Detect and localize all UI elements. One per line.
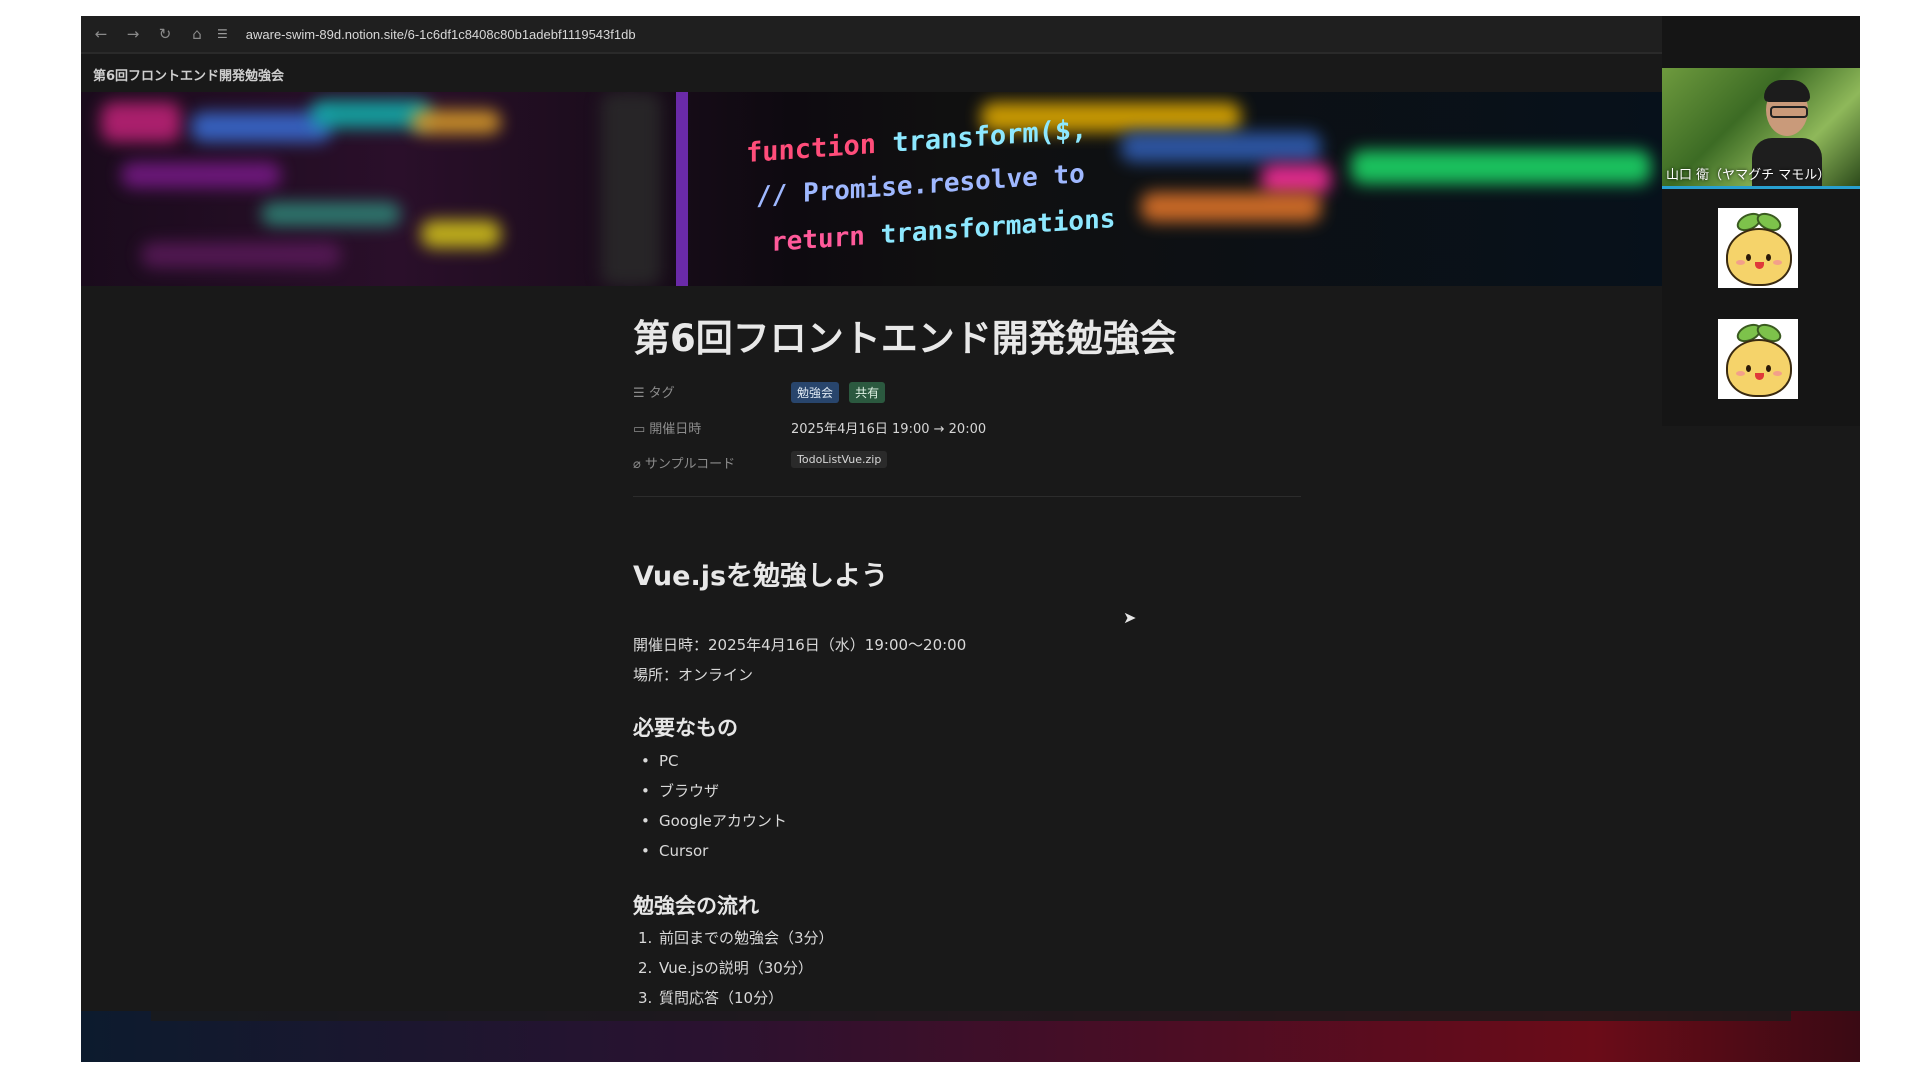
notion-topbar: 第6回フロントエンド開発勉強会 — [81, 54, 1662, 92]
back-arrow-icon[interactable]: ← — [89, 22, 113, 46]
list-item: 1. 前回までの勉強会（3分） — [638, 929, 834, 947]
tag-badge-study[interactable]: 勉強会 — [791, 382, 840, 403]
sprout-avatar-icon — [1726, 339, 1792, 397]
browser-toolbar: ← → ↻ ⌂ ☰ aware-swim-89d.notion.site/6-1… — [81, 16, 1662, 54]
tag-badge-share[interactable]: 共有 — [849, 382, 886, 403]
breadcrumb[interactable]: 第6回フロントエンド開発勉強会 — [93, 65, 284, 84]
sprout-avatar-icon — [1726, 228, 1792, 286]
mouse-cursor-icon: ➤ — [1123, 608, 1137, 627]
section-heading: Vue.jsを勉強しよう — [633, 561, 889, 592]
participant-avatar[interactable] — [1718, 319, 1798, 399]
video-call-panel: 山口 衛（ヤマグチ マモル） — [1662, 16, 1860, 426]
participant-video-tile[interactable]: 山口 衛（ヤマグチ マモル） — [1662, 68, 1860, 189]
bullet-icon: • — [641, 812, 650, 830]
cover-accent-bar — [676, 92, 688, 286]
page-title[interactable]: 第6回フロントエンド開発勉強会 — [633, 308, 1177, 362]
bullet-icon: • — [641, 842, 650, 860]
screen-share: ← → ↻ ⌂ ☰ aware-swim-89d.notion.site/6-1… — [81, 16, 1860, 1062]
flow-heading: 勉強会の流れ — [633, 894, 759, 918]
cover-code-line-2: // Promise.resolve to — [756, 159, 1085, 212]
list-item: • ブラウザ — [633, 776, 787, 806]
flow-list: 1. 前回までの勉強会（3分） 2. Vue.jsの説明（30分） 3. 質問応答（1… — [633, 923, 834, 1013]
file-attachment[interactable]: TodoListVue.zip — [791, 451, 888, 468]
list-item: • Googleアカウント — [633, 806, 787, 836]
site-settings-icon[interactable]: ☰ — [217, 27, 228, 41]
cover-code-line-1: function transform($, — [746, 114, 1088, 169]
tag-list: 勉強会 共有 — [791, 382, 891, 403]
property-label-code: サンプルコード — [644, 457, 736, 472]
address-bar[interactable]: aware-swim-89d.notion.site/6-1c6df1c8408… — [246, 27, 636, 42]
cover-image: function transform($, // Promise.resolve… — [81, 92, 1662, 286]
property-label-tags: タグ — [648, 386, 675, 401]
forward-arrow-icon[interactable]: → — [121, 22, 145, 46]
needs-list: • PC • ブラウザ • Googleアカウント • Cursor — [633, 746, 787, 866]
list-item: • PC — [633, 746, 787, 776]
bullet-icon: • — [641, 782, 650, 800]
property-date-value[interactable]: 2025年4月16日 19:00 → 20:00 — [791, 418, 986, 437]
needs-heading: 必要なもの — [633, 716, 738, 740]
property-date[interactable]: ▭ 開催日時 2025年4月16日 19:00 → 20:00 — [633, 412, 1293, 440]
status-strip — [151, 1011, 1791, 1021]
bullet-icon: • — [641, 752, 650, 770]
list-icon: ☰ — [633, 386, 645, 401]
list-item: 3. 質問応答（10分） — [638, 989, 784, 1007]
paperclip-icon: ⌀ — [633, 457, 641, 472]
property-label-date: 開催日時 — [649, 422, 702, 437]
participant-avatar[interactable] — [1718, 208, 1798, 288]
list-item: • Cursor — [633, 836, 787, 866]
cover-code-line-3: return transformations — [771, 203, 1116, 258]
place-text: 場所：オンライン — [633, 666, 754, 684]
home-icon[interactable]: ⌂ — [185, 22, 209, 46]
property-tags[interactable]: ☰ タグ 勉強会 共有 — [633, 376, 1293, 404]
reload-icon[interactable]: ↻ — [153, 22, 177, 46]
list-item: 2. Vue.jsの説明（30分） — [638, 959, 813, 977]
properties-divider — [633, 496, 1301, 497]
participant-name: 山口 衛（ヤマグチ マモル） — [1666, 168, 1831, 183]
datetime-text: 開催日時：2025年4月16日（水）19:00〜20:00 — [633, 636, 967, 654]
calendar-icon: ▭ — [633, 422, 646, 437]
property-sample-code[interactable]: ⌀ サンプルコード TodoListVue.zip — [633, 447, 1293, 475]
